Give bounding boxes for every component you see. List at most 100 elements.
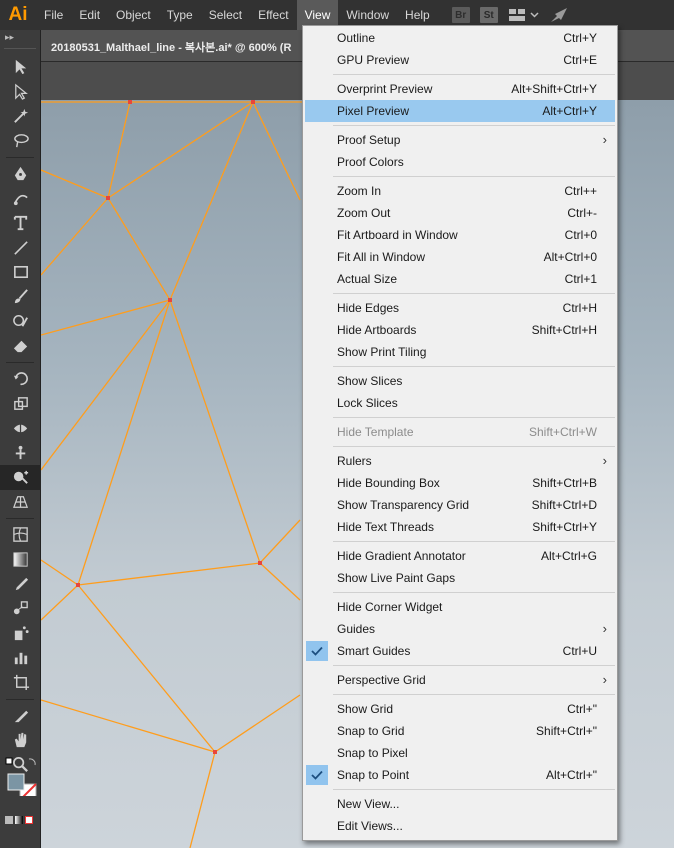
- mesh-tool[interactable]: [0, 523, 41, 548]
- type-tool[interactable]: [0, 211, 41, 236]
- width-tool[interactable]: [0, 416, 41, 441]
- collapse-panel-icon[interactable]: ▸▸: [0, 30, 40, 48]
- menu-item-smart-guides[interactable]: Smart Guides Ctrl+U: [303, 640, 617, 662]
- menu-item-shortcut: Alt+Ctrl+Y: [542, 104, 597, 118]
- menu-select[interactable]: Select: [201, 0, 250, 30]
- menu-item-label: Show Print Tiling: [337, 345, 427, 359]
- menu-item-hide-corner-widget[interactable]: Hide Corner Widget: [303, 596, 617, 618]
- menu-item-actual-size[interactable]: Actual Size Ctrl+1: [303, 268, 617, 290]
- puppet-warp-tool[interactable]: [0, 441, 41, 466]
- menu-item-label: Proof Colors: [337, 155, 404, 169]
- menu-item-proof-setup[interactable]: Proof Setup ›: [303, 129, 617, 151]
- artboard-tool[interactable]: [0, 670, 41, 695]
- curvature-tool[interactable]: [0, 187, 41, 212]
- menu-item-proof-colors[interactable]: Proof Colors: [303, 151, 617, 173]
- menu-item-new-view[interactable]: New View...: [303, 793, 617, 815]
- menu-item-fit-artboard-in-window[interactable]: Fit Artboard in Window Ctrl+0: [303, 224, 617, 246]
- magic-wand-tool[interactable]: [0, 104, 41, 129]
- menu-item-hide-bounding-box[interactable]: Hide Bounding Box Shift+Ctrl+B: [303, 472, 617, 494]
- menu-item-zoom-in[interactable]: Zoom In Ctrl++: [303, 180, 617, 202]
- menu-item-shortcut: Ctrl+H: [562, 301, 597, 315]
- menu-item-outline[interactable]: Outline Ctrl+Y: [303, 27, 617, 49]
- slice-tool[interactable]: [0, 704, 41, 729]
- menu-item-label: Hide Gradient Annotator: [337, 549, 466, 563]
- stock-button[interactable]: St: [479, 7, 498, 23]
- symbol-sprayer-tool[interactable]: [0, 621, 41, 646]
- symbol-sprayer-icon: [14, 626, 29, 641]
- menu-item-shortcut: Ctrl+1: [564, 272, 597, 286]
- menu-item-edit-views[interactable]: Edit Views...: [303, 815, 617, 837]
- menu-item-fit-all-in-window[interactable]: Fit All in Window Alt+Ctrl+0: [303, 246, 617, 268]
- menu-item-guides[interactable]: Guides ›: [303, 618, 617, 640]
- eraser-tool[interactable]: [0, 334, 41, 359]
- menu-item-hide-text-threads[interactable]: Hide Text Threads Shift+Ctrl+Y: [303, 516, 617, 538]
- pen-tool[interactable]: [0, 162, 41, 187]
- menu-type[interactable]: Type: [159, 0, 201, 30]
- line-segment-tool[interactable]: [0, 236, 41, 261]
- fill-stroke-swatch[interactable]: [4, 756, 38, 801]
- menu-item-snap-to-pixel[interactable]: Snap to Pixel: [303, 742, 617, 764]
- menu-item-shortcut: Ctrl+-: [567, 206, 597, 220]
- perspective-grid-icon: [12, 495, 28, 508]
- menu-item-snap-to-point[interactable]: Snap to Point Alt+Ctrl+": [303, 764, 617, 786]
- menu-item-rulers[interactable]: Rulers ›: [303, 450, 617, 472]
- chevron-down-icon: [530, 12, 539, 18]
- eyedropper-icon: [15, 578, 28, 591]
- menu-item-shortcut: Ctrl+0: [564, 228, 597, 242]
- fill-stroke-icon: [5, 757, 37, 801]
- gradient-icon[interactable]: [15, 816, 23, 824]
- menu-separator: [333, 592, 615, 593]
- menu-item-overprint-preview[interactable]: Overprint Preview Alt+Shift+Ctrl+Y: [303, 78, 617, 100]
- gpu-performance-icon[interactable]: [549, 6, 569, 24]
- hand-tool[interactable]: [0, 728, 41, 753]
- menu-item-zoom-out[interactable]: Zoom Out Ctrl+-: [303, 202, 617, 224]
- menu-item-label: Lock Slices: [337, 396, 398, 410]
- direct-selection-tool[interactable]: [0, 80, 41, 105]
- scale-tool[interactable]: [0, 392, 41, 417]
- menu-item-pixel-preview[interactable]: Pixel Preview Alt+Ctrl+Y: [305, 100, 615, 122]
- artboard-icon: [13, 675, 29, 691]
- paintbrush-tool[interactable]: [0, 285, 41, 310]
- menu-item-lock-slices[interactable]: Lock Slices: [303, 392, 617, 414]
- submenu-arrow-icon: ›: [602, 453, 607, 468]
- column-graph-tool[interactable]: [0, 646, 41, 671]
- menu-item-shortcut: Alt+Ctrl+0: [543, 250, 597, 264]
- menu-effect[interactable]: Effect: [250, 0, 296, 30]
- eyedropper-tool[interactable]: [0, 572, 41, 597]
- menu-item-show-print-tiling[interactable]: Show Print Tiling: [303, 341, 617, 363]
- arrange-documents-button[interactable]: [508, 8, 539, 22]
- menu-file[interactable]: File: [36, 0, 71, 30]
- menu-item-perspective-grid[interactable]: Perspective Grid ›: [303, 669, 617, 691]
- menu-item-show-grid[interactable]: Show Grid Ctrl+": [303, 698, 617, 720]
- menu-item-hide-edges[interactable]: Hide Edges Ctrl+H: [303, 297, 617, 319]
- menu-item-snap-to-grid[interactable]: Snap to Grid Shift+Ctrl+": [303, 720, 617, 742]
- shape-builder-tool[interactable]: [0, 465, 41, 490]
- bridge-button[interactable]: Br: [451, 7, 470, 23]
- menu-object[interactable]: Object: [108, 0, 159, 30]
- rotate-tool[interactable]: [0, 367, 41, 392]
- color-icon[interactable]: [5, 816, 13, 824]
- hand-icon: [14, 733, 26, 748]
- menu-item-show-live-paint-gaps[interactable]: Show Live Paint Gaps: [303, 567, 617, 589]
- gradient-tool[interactable]: [0, 548, 41, 573]
- menu-item-show-transparency-grid[interactable]: Show Transparency Grid Shift+Ctrl+D: [303, 494, 617, 516]
- menu-item-label: Hide Artboards: [337, 323, 417, 337]
- rectangle-tool[interactable]: [0, 260, 41, 285]
- menu-item-hide-artboards[interactable]: Hide Artboards Shift+Ctrl+H: [303, 319, 617, 341]
- menu-item-label: Proof Setup: [337, 133, 401, 147]
- shape-builder-icon: [13, 471, 28, 485]
- menu-item-hide-gradient-annotator[interactable]: Hide Gradient Annotator Alt+Ctrl+G: [303, 545, 617, 567]
- menu-item-label: Actual Size: [337, 272, 398, 286]
- none-icon[interactable]: [25, 816, 33, 824]
- menu-item-hide-template: Hide Template Shift+Ctrl+W: [303, 421, 617, 443]
- menu-item-gpu-preview[interactable]: GPU Preview Ctrl+E: [303, 49, 617, 71]
- blend-tool[interactable]: [0, 597, 41, 622]
- perspective-grid-tool[interactable]: [0, 490, 41, 515]
- shaper-tool[interactable]: [0, 309, 41, 334]
- arrange-documents-icon: [508, 9, 525, 21]
- menu-edit[interactable]: Edit: [71, 0, 108, 30]
- lasso-tool[interactable]: [0, 129, 41, 154]
- document-tab-title: 20180531_Malthael_line - 복사본.ai* @ 600% …: [51, 42, 292, 54]
- selection-tool[interactable]: [0, 55, 41, 80]
- menu-item-show-slices[interactable]: Show Slices: [303, 370, 617, 392]
